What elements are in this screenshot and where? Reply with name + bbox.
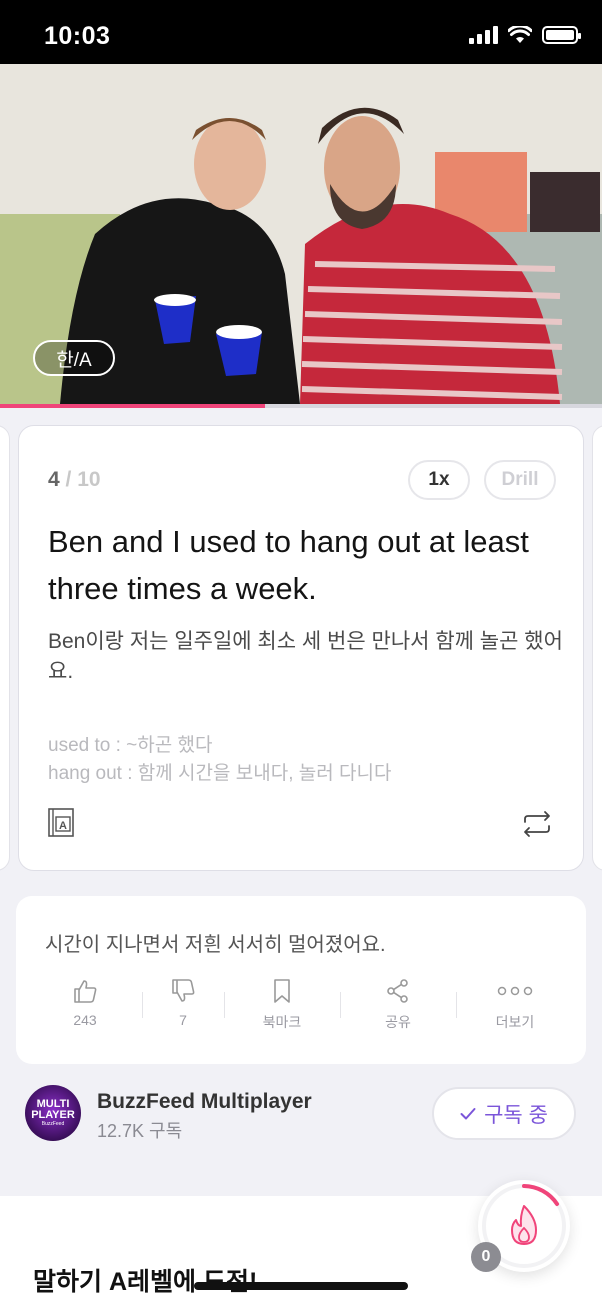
check-icon [460,1107,476,1119]
signal-icon [469,26,498,44]
drill-button[interactable]: Drill [484,460,556,500]
actions-card: 시간이 지나면서 저흰 서서히 멀어졌어요. 243 7 북마크 공유 더보기 [16,896,586,1064]
like-button[interactable]: 243 [45,978,125,1028]
dislike-count: 7 [179,1012,187,1028]
svg-text:A: A [59,820,67,832]
english-sentence: Ben and I used to hang out at least thre… [48,524,529,606]
status-bar: 10:03 [0,0,602,64]
action-bar: 243 7 북마크 공유 더보기 [16,978,586,1038]
like-count: 243 [73,1012,97,1028]
video-progress-bar[interactable] [0,404,602,408]
speed-button[interactable]: 1x [408,460,470,500]
total-count: / 10 [59,468,101,491]
subscribe-label: 구독 중 [484,1103,548,1127]
share-icon [387,979,408,1003]
bookmark-button[interactable]: 북마크 [242,978,322,1032]
subscribe-button[interactable]: 구독 중 [432,1087,576,1140]
divider [224,992,225,1018]
channel-subscribers: 12.7K 구독 [97,1121,183,1141]
channel-row: MULTI PLAYER BuzzFeed BuzzFeed Multiplay… [0,1075,602,1195]
sentence-card: 4 / 10 1x Drill Ben and I used to hang o… [18,425,584,871]
home-indicator [194,1282,408,1290]
current-index: 4 [48,468,60,491]
bookmark-label: 북마크 [262,1014,302,1030]
more-dots-icon [497,986,533,996]
more-button[interactable]: 더보기 [475,978,555,1032]
vocabulary-list: used to : ~하곤 했다 hang out : 함께 시간을 보내다, … [48,732,391,788]
divider [340,992,341,1018]
sentence-counter: 4 / 10 [48,468,101,492]
thumbs-down-icon [172,979,195,1002]
language-toggle-button[interactable]: 한/A [33,340,115,376]
next-card-edge[interactable] [592,425,602,871]
wifi-icon [508,26,532,43]
channel-name[interactable]: BuzzFeed Multiplayer [97,1090,312,1114]
channel-avatar[interactable]: MULTI PLAYER BuzzFeed [25,1085,81,1141]
divider [456,992,457,1018]
repeat-icon[interactable] [521,810,553,838]
status-icons [469,26,581,44]
vocab-item: used to : ~하곤 했다 [48,735,213,756]
battery-icon [542,26,581,44]
status-time: 10:03 [44,22,111,50]
bookmark-icon [274,979,290,1003]
next-sentence-preview[interactable]: 시간이 지나면서 저흰 서서히 멀어졌어요. [45,928,386,957]
video-progress-fill [0,404,265,408]
thumbs-up-icon [74,980,97,1003]
video-player[interactable]: 한/A [0,64,602,404]
vocab-item: hang out : 함께 시간을 보내다, 놀러 다니다 [48,763,392,784]
dislike-button[interactable]: 7 [143,978,223,1028]
more-label: 더보기 [495,1014,535,1030]
section-title: 말하기 A레벨에 도전! [33,1268,258,1296]
fire-count-badge: 0 [471,1242,501,1272]
share-button[interactable]: 공유 [358,978,438,1032]
share-label: 공유 [385,1014,411,1030]
previous-card-edge[interactable] [0,425,10,871]
korean-translation: Ben이랑 저는 일주일에 최소 세 번은 만나서 함께 놀곤 했어요. [48,630,563,683]
dictionary-icon[interactable]: A [48,808,76,838]
